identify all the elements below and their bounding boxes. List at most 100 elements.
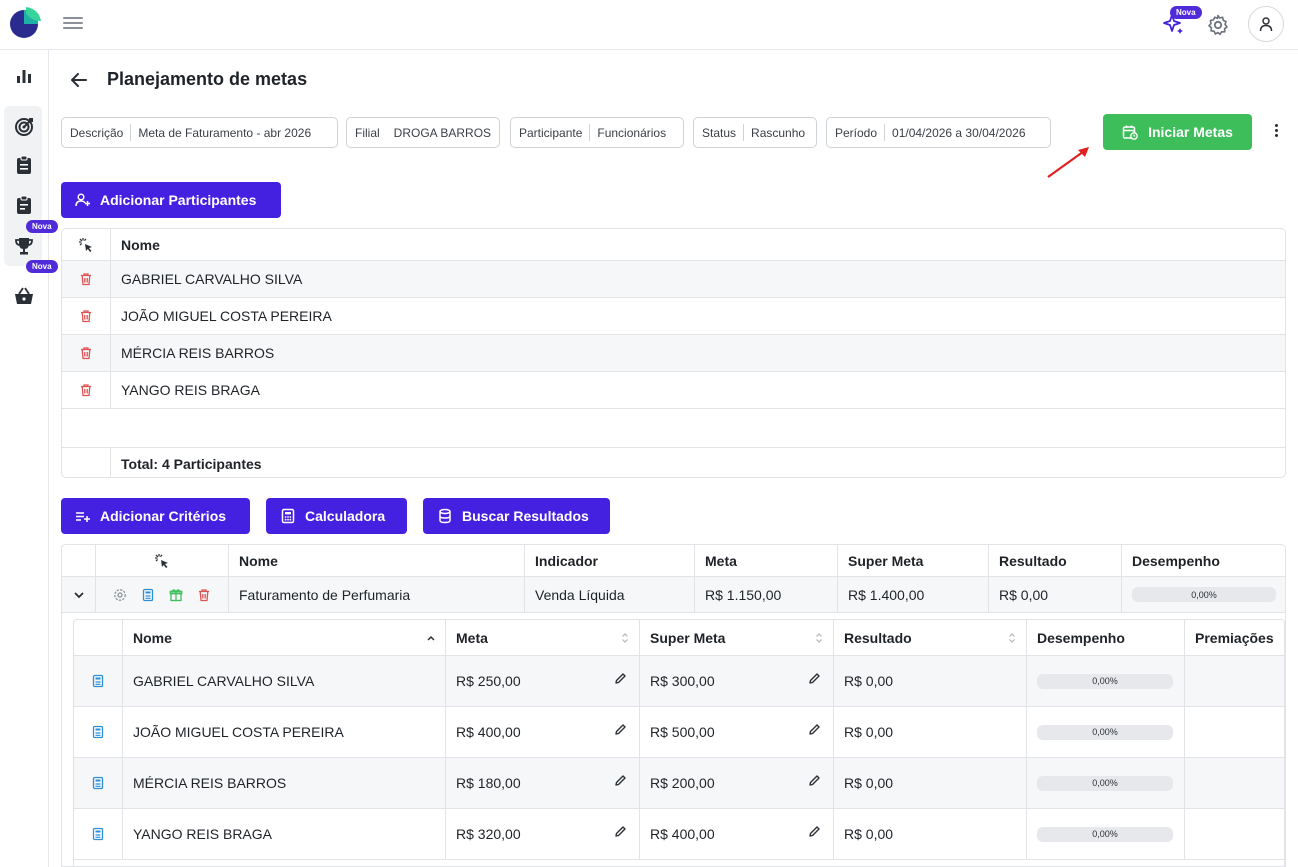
participant-goals-table: Nome Meta Super Meta Resultado Desempenh… — [73, 619, 1285, 866]
calculator-icon[interactable] — [91, 776, 105, 790]
trash-icon[interactable] — [79, 309, 93, 323]
pointer-click-icon[interactable] — [154, 553, 170, 569]
participants-table: Nome GABRIEL CARVALHO SILVA JOÃO MIGUEL … — [61, 228, 1286, 478]
nova-badge: Nova — [1170, 6, 1202, 19]
goal-cell: R$ 400,00 — [446, 707, 640, 757]
column-header-name: Nome — [121, 236, 160, 253]
filter-chip-period[interactable]: Período 01/04/2026 a 30/04/2026 — [826, 117, 1051, 148]
pencil-icon[interactable] — [808, 774, 821, 787]
target-icon[interactable] — [13, 116, 35, 138]
clipboard-list-icon[interactable] — [13, 194, 35, 216]
top-bar: Nova — [0, 0, 1298, 50]
participant-name: JOÃO MIGUEL COSTA PEREIRA — [121, 308, 332, 324]
filter-chip-status[interactable]: Status Rascunho — [693, 117, 817, 148]
trash-icon[interactable] — [79, 383, 93, 397]
pencil-icon[interactable] — [808, 825, 821, 838]
performance-bar: 0,00% — [1037, 724, 1173, 740]
table-row: GABRIEL CARVALHO SILVA R$ 250,00 R$ 300,… — [74, 656, 1284, 707]
table-header: Nome — [62, 229, 1285, 261]
fetch-results-button[interactable]: Buscar Resultados — [423, 498, 610, 534]
table-row: JOÃO MIGUEL COSTA PEREIRA — [62, 298, 1285, 335]
column-header-super-goal: Super Meta — [838, 545, 989, 576]
settings-gear-icon[interactable] — [1206, 13, 1230, 37]
pencil-icon[interactable] — [808, 672, 821, 685]
database-icon — [439, 508, 451, 524]
annotation-arrow-icon — [1047, 147, 1089, 178]
participants-total: Total: 4 Participantes — [121, 455, 262, 472]
performance-bar: 0,00% — [1132, 587, 1276, 602]
table-row: MÉRCIA REIS BARROS R$ 180,00 R$ 200,00 R… — [74, 758, 1284, 809]
trash-icon[interactable] — [79, 272, 93, 286]
result-cell: R$ 0,00 — [834, 707, 1027, 757]
participant-name: MÉRCIA REIS BARROS — [121, 345, 275, 361]
start-goals-button[interactable]: Iniciar Metas — [1103, 114, 1252, 150]
back-arrow-icon[interactable] — [69, 70, 89, 90]
filter-chip-description[interactable]: Descrição Meta de Faturamento - abr 2026 — [61, 117, 338, 148]
sidebar: Nova Nova — [0, 50, 58, 867]
column-header-name[interactable]: Nome — [123, 620, 446, 655]
app-logo-icon[interactable] — [9, 5, 43, 39]
performance-bar: 0,00% — [1037, 826, 1173, 842]
menu-toggle-icon[interactable] — [63, 14, 83, 34]
filter-chip-participant[interactable]: Participante Funcionários — [510, 117, 684, 148]
sort-asc-icon[interactable] — [427, 633, 435, 645]
sort-icon[interactable] — [621, 632, 629, 644]
column-header-goal[interactable]: Meta — [446, 620, 640, 655]
user-avatar[interactable] — [1248, 6, 1284, 42]
table-row: GABRIEL CARVALHO SILVA — [62, 261, 1285, 298]
super-goal-cell: R$ 300,00 — [640, 656, 834, 706]
pencil-icon[interactable] — [614, 825, 627, 838]
bar-chart-icon[interactable] — [13, 65, 35, 87]
calculator-icon[interactable] — [91, 827, 105, 841]
criteria-goal: R$ 1.150,00 — [695, 577, 838, 612]
user-icon — [1259, 17, 1273, 32]
list-plus-icon — [76, 512, 90, 522]
calculator-icon[interactable] — [141, 588, 155, 602]
calculator-icon[interactable] — [91, 725, 105, 739]
awards-cell — [1185, 758, 1284, 808]
super-goal-cell: R$ 400,00 — [640, 809, 834, 859]
calendar-clock-icon — [1122, 125, 1138, 140]
page-title: Planejamento de metas — [107, 69, 308, 89]
goal-cell: R$ 180,00 — [446, 758, 640, 808]
column-header-result[interactable]: Resultado — [834, 620, 1027, 655]
pencil-icon[interactable] — [808, 723, 821, 736]
settings-gear-icon[interactable] — [113, 588, 127, 602]
criteria-table: Nome Indicador Meta Super Meta Resultado… — [61, 544, 1286, 867]
trash-icon[interactable] — [79, 346, 93, 360]
awards-cell — [1185, 707, 1284, 757]
super-goal-cell: R$ 200,00 — [640, 758, 834, 808]
participant-name: JOÃO MIGUEL COSTA PEREIRA — [123, 707, 446, 757]
awards-cell — [1185, 656, 1284, 706]
column-header-awards: Premiações — [1195, 629, 1274, 646]
column-header-performance: Desempenho — [1027, 620, 1185, 655]
pencil-icon[interactable] — [614, 723, 627, 736]
column-header-result: Resultado — [989, 545, 1122, 576]
criteria-result: R$ 0,00 — [989, 577, 1122, 612]
participant-name: YANGO REIS BRAGA — [121, 382, 260, 398]
shopping-basket-icon[interactable] — [13, 285, 35, 307]
super-goal-cell: R$ 500,00 — [640, 707, 834, 757]
calculator-button[interactable]: Calculadora — [266, 498, 407, 534]
pencil-icon[interactable] — [614, 774, 627, 787]
criteria-super-goal: R$ 1.400,00 — [838, 577, 989, 612]
goal-cell: R$ 320,00 — [446, 809, 640, 859]
more-options-icon[interactable] — [1271, 122, 1281, 142]
trash-icon[interactable] — [197, 588, 211, 602]
chevron-down-icon[interactable] — [73, 589, 85, 601]
column-header-super-goal[interactable]: Super Meta — [640, 620, 834, 655]
sort-icon[interactable] — [815, 632, 823, 644]
calculator-icon[interactable] — [91, 674, 105, 688]
gift-icon[interactable] — [169, 588, 183, 602]
pencil-icon[interactable] — [614, 672, 627, 685]
add-criteria-button[interactable]: Adicionar Critérios — [61, 498, 250, 534]
pointer-click-icon[interactable] — [78, 237, 94, 253]
column-header-indicator: Indicador — [525, 545, 695, 576]
table-header: Nome Indicador Meta Super Meta Resultado… — [62, 545, 1285, 577]
sort-icon[interactable] — [1008, 632, 1016, 644]
filter-chip-branch[interactable]: Filial DROGA BARROS — [346, 117, 500, 148]
add-participants-button[interactable]: Adicionar Participantes — [61, 182, 281, 218]
trophy-icon[interactable] — [13, 235, 35, 257]
clipboard-icon[interactable] — [13, 154, 35, 176]
participant-name: GABRIEL CARVALHO SILVA — [123, 656, 446, 706]
